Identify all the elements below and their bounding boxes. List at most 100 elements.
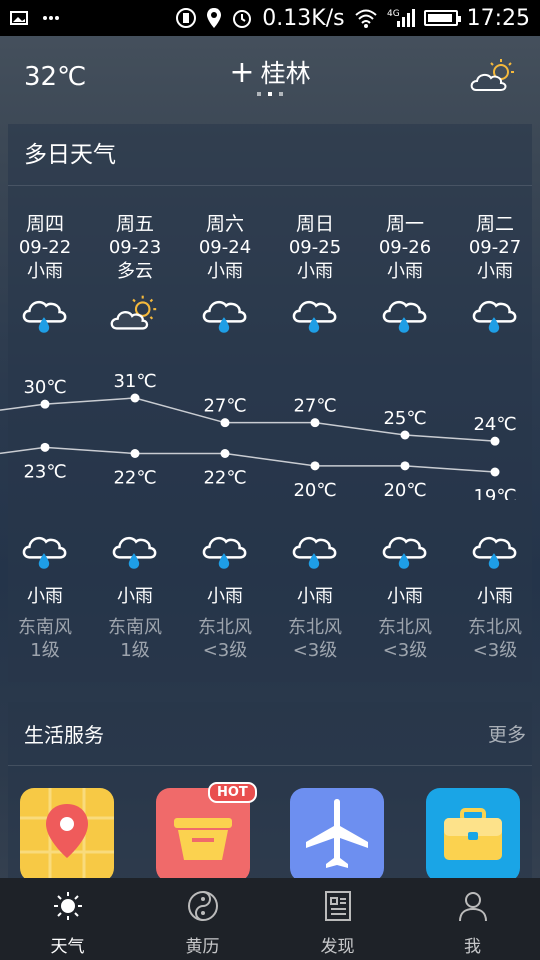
news-icon [324,886,352,926]
night-condition-label: 小雨 [207,586,243,607]
nav-almanac[interactable]: 黄历 [135,878,270,960]
day-column: 周五 09-23 多云 [90,212,180,334]
low-temp-point [310,461,320,471]
night-column: 小雨 东南风 1级 [90,528,180,662]
vibrate-icon [175,7,197,29]
location-icon [206,7,222,29]
partly-cloudy-icon[interactable] [470,58,518,98]
high-temp-label: 24℃ [473,414,516,435]
high-temp-point [40,399,50,409]
city-name: 桂林 [260,59,311,88]
life-services-title: 生活服务 [24,723,104,747]
add-city-icon[interactable]: + [229,55,254,90]
night-condition-label: 小雨 [477,586,513,607]
date-label: 09-27 [468,237,522,258]
weekday-label: 周四 [25,213,64,235]
wind-direction-label: 东南风 [18,617,72,638]
low-temp-point [220,449,230,458]
high-temp-label: 25℃ [383,408,426,429]
light-rain-icon [270,292,360,334]
battery-icon [423,10,461,26]
page-dot [279,92,283,96]
high-temp-point [490,436,500,446]
light-rain-icon [0,528,90,574]
multi-day-forecast-card: 多日天气 周四 09-22 小雨 周五 09-23 多云 周六 09-24 小雨 周日 09-25 小… [0,124,532,682]
life-services-card: 生活服务 更多 HOT [8,702,532,878]
night-column: 小雨 东北风 <3级 [270,528,360,662]
nav-discover[interactable]: 发现 [270,878,405,960]
wind-direction-label: 东北风 [288,617,342,638]
light-rain-icon [360,292,450,334]
date-label: 09-26 [378,237,432,258]
nav-almanac-label: 黄历 [185,937,220,957]
partly-cloudy-icon [90,292,180,334]
briefcase-service-button[interactable] [426,788,520,878]
low-temp-label: 19℃ [473,486,516,500]
low-temp-label: 20℃ [293,480,336,500]
wind-direction-label: 东北风 [468,617,522,638]
night-column: 小雨 东南风 1级 [0,528,90,662]
low-temp-label: 20℃ [383,480,426,500]
date-label: 09-25 [288,237,342,258]
person-icon [458,886,488,926]
weekday-label: 周一 [385,213,424,235]
low-temp-point [130,449,140,458]
day-condition-label: 小雨 [387,261,423,282]
low-temp-label: 22℃ [113,468,156,489]
day-column: 周四 09-22 小雨 [0,212,90,334]
briefcase-icon [444,808,502,860]
wind-direction-label: 东南风 [108,617,162,638]
flight-service-button[interactable] [290,788,384,878]
page-dot [257,92,261,96]
wind-level-label: <3级 [292,640,338,661]
light-rain-icon [180,528,270,574]
city-selector[interactable]: + 桂林 [0,54,540,90]
page-dot [268,92,272,96]
high-temp-label: 27℃ [293,396,336,417]
forecast-title: 多日天气 [8,124,532,186]
day-column: 周日 09-25 小雨 [270,212,360,334]
light-rain-icon [450,292,540,334]
day-column: 周二 09-27 小雨 [450,212,540,334]
nav-weather[interactable]: 天气 [0,878,135,960]
night-condition-label: 小雨 [117,586,153,607]
night-column: 小雨东北风 <3级 [180,528,270,662]
low-temp-line [0,446,496,473]
light-rain-icon [360,528,450,574]
date-label: 09-23 [108,237,162,258]
image-notification-icon [10,10,28,26]
page-indicator [0,92,540,96]
day-forecast-row: 周四 09-22 小雨 周五 09-23 多云 周六 09-24 小雨 周日 09-25 小雨 周一 09… [0,212,540,334]
day-condition-label: 小雨 [207,261,243,282]
low-temp-point [400,461,410,471]
wind-direction-label: 东北风 [198,617,252,638]
weekday-label: 周日 [295,213,334,235]
day-condition-label: 小雨 [477,261,513,282]
temperature-chart: 30℃ 31℃ 27℃ 27℃ 25℃ 24℃ 23℃ 22℃ 22℃ 20℃ 20℃ 19℃ [0,371,517,500]
low-temp-point [490,467,500,477]
yin-yang-icon [187,886,219,926]
day-condition-label: 小雨 [297,261,333,282]
high-temp-point [220,418,230,428]
night-condition-label: 小雨 [27,586,63,607]
light-rain-icon [270,528,360,574]
bottom-navigation: 天气 黄历 发现 我 [0,878,540,960]
high-temp-label: 30℃ [23,377,66,398]
nav-weather-label: 天气 [50,937,85,957]
header: 32℃ + 桂林 [0,36,540,122]
high-temp-point [400,430,410,440]
day-column: 周一 09-26 小雨 [360,212,450,334]
night-forecast-row: 小雨 东南风 1级 小雨 东南风 1级 小雨 东北风 <3级 小雨 东北风 <3级 小雨 东北风 <3级 小雨… [0,528,540,662]
nav-me[interactable]: 我 [405,878,540,960]
light-rain-icon [0,292,90,334]
low-temp-point [40,442,50,452]
nav-discover-label: 发现 [320,937,355,957]
clock: 17:25 [466,5,530,31]
map-service-button[interactable] [20,788,114,878]
hot-badge: HOT [208,782,257,803]
day-condition-label: 多云 [117,261,153,282]
wind-direction-label: 东北风 [378,617,432,638]
wind-level-label: <3级 [202,640,248,661]
light-rain-icon [450,528,540,574]
more-link[interactable]: 更多 [488,720,526,747]
